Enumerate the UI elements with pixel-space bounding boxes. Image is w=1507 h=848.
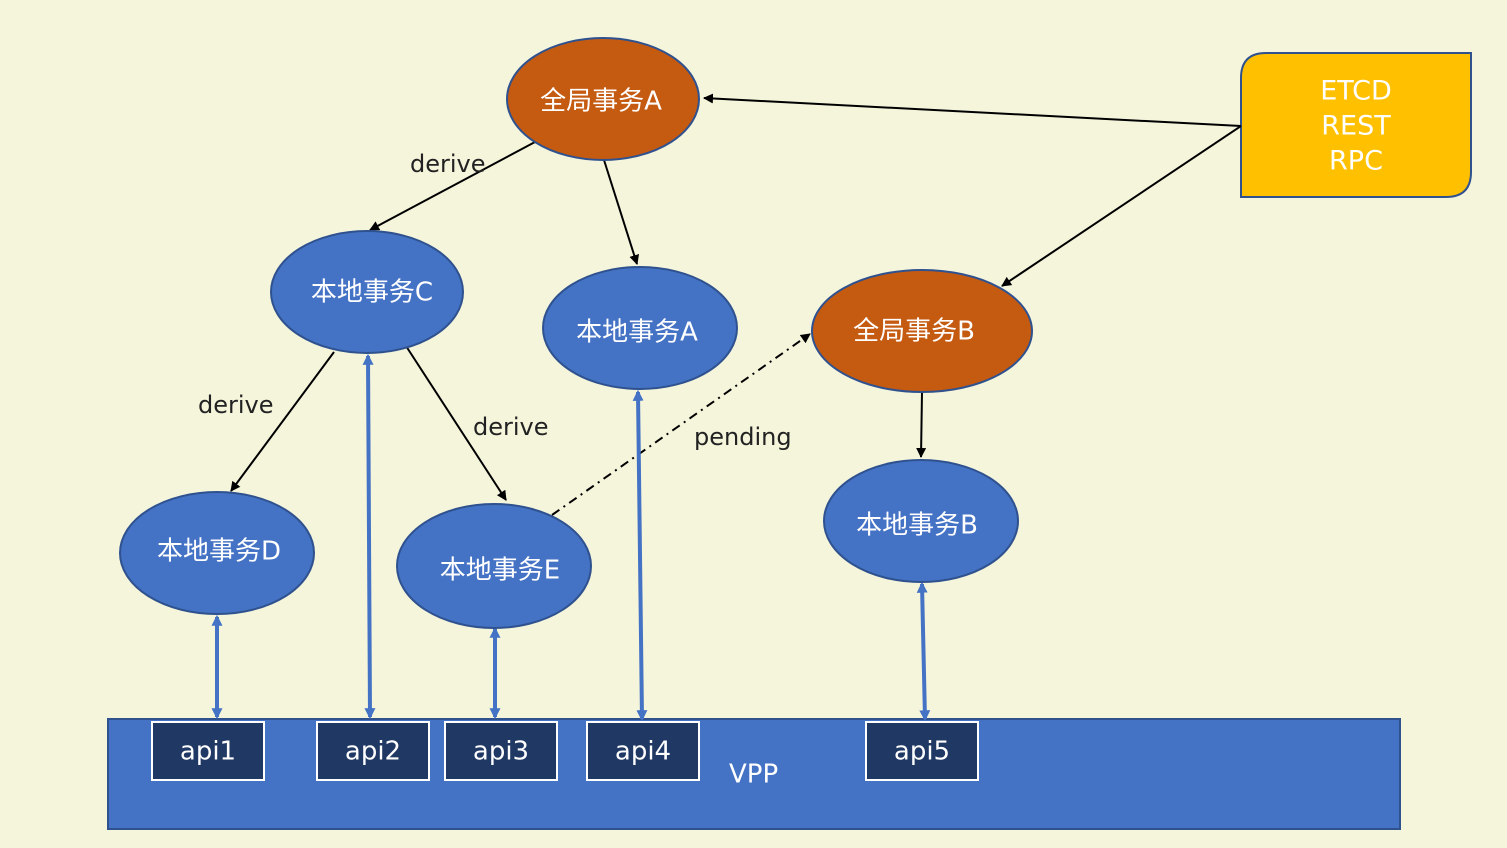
arrow-global-a-to-local-a (603, 159, 640, 265)
vpp-label: VPP (729, 760, 778, 790)
rpc-label: RPC (1329, 146, 1383, 177)
api-label: api3 (473, 737, 529, 767)
node-global-b: 全局事务B (811, 269, 1033, 393)
node-label: 本地事务D (157, 537, 281, 567)
node-global-a: 全局事务A (506, 37, 700, 161)
etcd-rest-rpc-box: ETCD REST RPC (1240, 52, 1472, 198)
api-label: api4 (615, 737, 671, 767)
node-label: 本地事务C (311, 278, 433, 308)
arrow-local-c-to-local-d (230, 351, 335, 492)
node-local-c: 本地事务C (270, 230, 464, 354)
node-local-d: 本地事务D (119, 491, 315, 615)
node-label: 本地事务B (856, 511, 978, 541)
api-box-2: api2 (316, 721, 430, 781)
edge-label-derive-a-c: derive (410, 150, 486, 178)
edge-label-pending: pending (694, 423, 792, 451)
edge-label-derive-c-e: derive (473, 413, 549, 441)
node-label: 全局事务B (853, 317, 975, 347)
api-label: api1 (180, 737, 236, 767)
node-local-a: 本地事务A (542, 266, 738, 390)
etcd-label: ETCD (1320, 76, 1392, 107)
blue-arrow-local-c-api2 (362, 353, 376, 720)
api-box-5: api5 (865, 721, 979, 781)
node-label: 全局事务A (540, 87, 662, 117)
arrow-global-b-to-local-b (916, 391, 927, 458)
arrow-etcd-to-global-b (1001, 125, 1242, 287)
rest-label: REST (1321, 111, 1391, 142)
node-label: 本地事务A (576, 318, 698, 348)
arrow-etcd-to-global-a (703, 93, 1242, 127)
node-local-b: 本地事务B (823, 459, 1019, 583)
api-box-4: api4 (586, 721, 700, 781)
node-local-e: 本地事务E (396, 503, 592, 629)
api-label: api5 (894, 737, 950, 767)
node-label: 本地事务E (440, 556, 560, 586)
transaction-diagram: VPP api1 api2 api3 api4 api5 ETCD REST R… (107, 37, 1472, 830)
blue-arrow-local-a-api4 (632, 389, 648, 722)
api-box-1: api1 (151, 721, 265, 781)
edge-label-derive-c-d: derive (198, 391, 274, 419)
api-box-3: api3 (444, 721, 558, 781)
blue-arrow-local-b-api5 (916, 581, 931, 722)
api-label: api2 (345, 737, 401, 767)
